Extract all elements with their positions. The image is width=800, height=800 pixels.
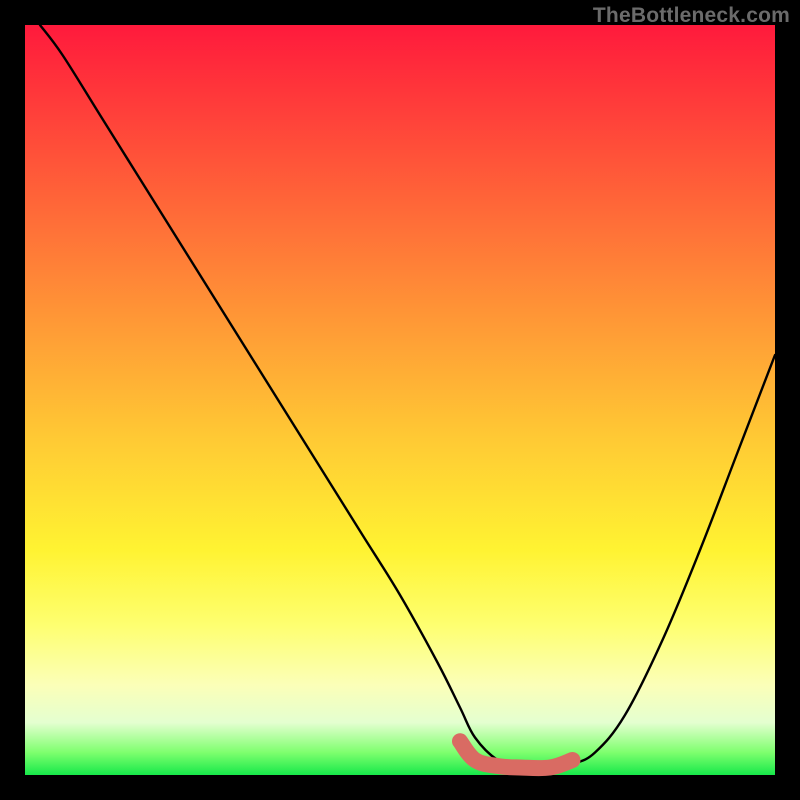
plot-area (25, 25, 775, 775)
bottleneck-curve (40, 25, 775, 768)
watermark-text: TheBottleneck.com (593, 4, 790, 28)
curve-layer (25, 25, 775, 775)
chart-container: TheBottleneck.com (0, 0, 800, 800)
optimal-range-highlight (460, 741, 573, 768)
